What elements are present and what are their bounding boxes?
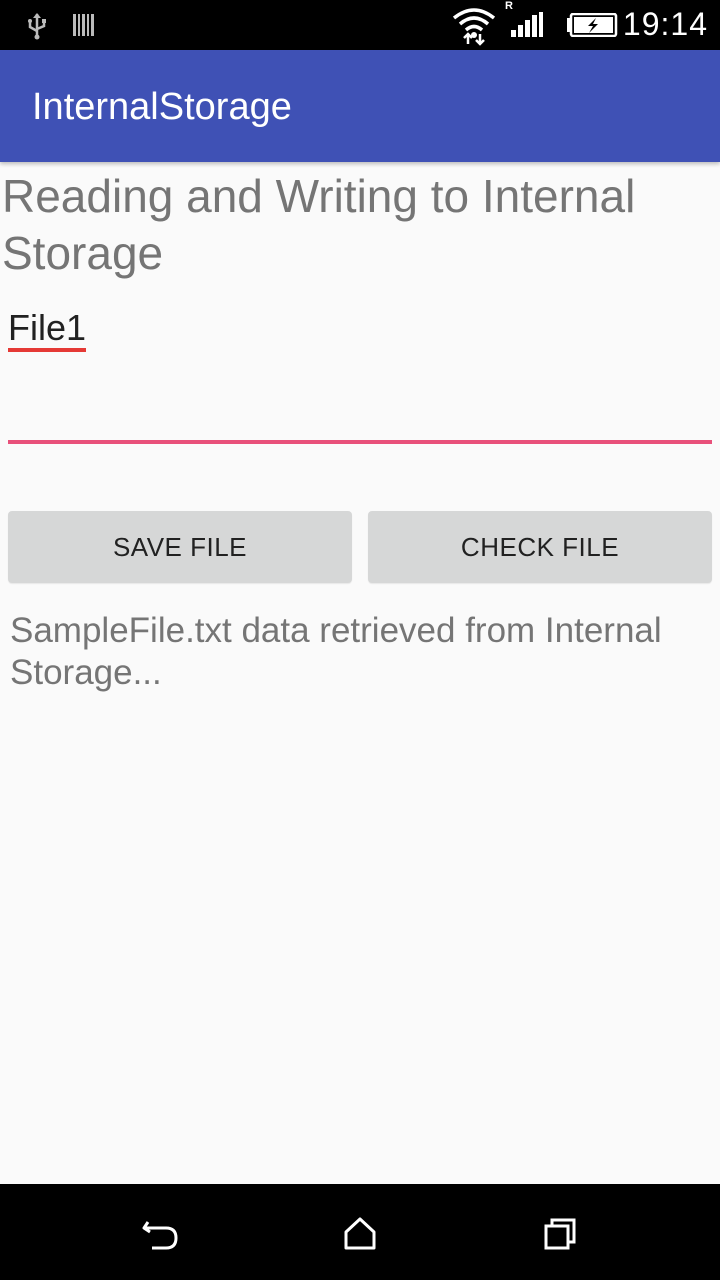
- check-file-button[interactable]: CHECK FILE: [368, 511, 712, 583]
- page-heading: Reading and Writing to Internal Storage: [2, 170, 636, 279]
- save-file-button[interactable]: SAVE FILE: [8, 511, 352, 583]
- status-bar: R 19:14: [0, 0, 720, 50]
- home-icon[interactable]: [340, 1214, 380, 1254]
- recents-icon[interactable]: [540, 1214, 580, 1254]
- wifi-icon: [452, 6, 496, 51]
- result-text: SampleFile.txt data retrieved from Inter…: [10, 611, 662, 692]
- usb-icon: [26, 12, 48, 45]
- file-name-field[interactable]: File1: [8, 308, 87, 352]
- clock: 19:14: [622, 6, 708, 42]
- app-bar: InternalStorage: [0, 50, 720, 162]
- back-icon[interactable]: [140, 1214, 180, 1254]
- signal-icon: [510, 12, 544, 43]
- barcode-icon: [72, 12, 96, 43]
- app-title: InternalStorage: [32, 86, 292, 128]
- nav-bar: [0, 1184, 720, 1280]
- roaming-indicator: R: [505, 0, 513, 12]
- file-content-input[interactable]: [8, 380, 712, 444]
- battery-charging-icon: [566, 12, 618, 42]
